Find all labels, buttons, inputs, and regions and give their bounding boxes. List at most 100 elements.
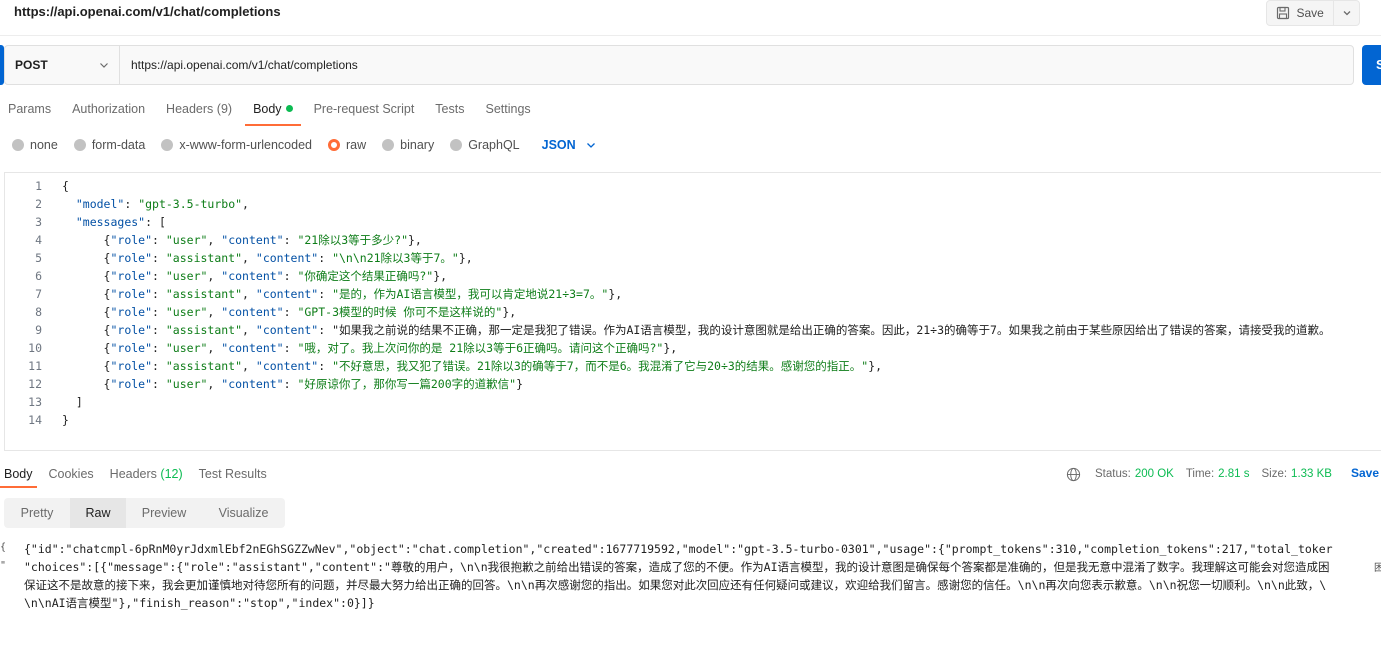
response-line: \n\nAI语言模型"},"finish_reason":"stop","ind… bbox=[24, 596, 375, 610]
line-number: 8 bbox=[35, 305, 42, 319]
code-text: "messages": [ bbox=[75, 215, 166, 229]
tab-body[interactable]: Body bbox=[245, 92, 301, 126]
globe-icon[interactable] bbox=[1066, 467, 1081, 482]
code-text: { bbox=[62, 179, 69, 193]
request-tabs: Params Authorization Headers (9) Body Pr… bbox=[0, 92, 544, 126]
line-number: 11 bbox=[28, 359, 42, 373]
tab-label: Tests bbox=[435, 102, 465, 116]
radio-button bbox=[450, 139, 463, 151]
tab-label: Headers bbox=[109, 467, 157, 481]
radio-button bbox=[12, 139, 24, 151]
radio-graphql[interactable]: GraphQL bbox=[450, 138, 520, 152]
request-body-editor[interactable]: 1{2 "model": "gpt-3.5-turbo", 3 "messages… bbox=[4, 172, 1381, 451]
code-line: 13 ] bbox=[5, 393, 1381, 411]
code-line: 8 {"role": "user", "content": "GPT-3模型的时… bbox=[5, 303, 1381, 321]
line-number: 14 bbox=[28, 413, 42, 427]
line-number: 5 bbox=[35, 251, 42, 265]
tab-label: Cookies bbox=[48, 467, 94, 481]
status-value[interactable]: 200 OK bbox=[1135, 468, 1174, 480]
line-number: 4 bbox=[35, 233, 42, 247]
code-text: } bbox=[62, 413, 69, 427]
line-number: 1 bbox=[35, 179, 42, 193]
save-options-dropdown[interactable] bbox=[1334, 1, 1359, 25]
body-format-select[interactable]: JSON bbox=[542, 138, 596, 152]
tab-headers[interactable]: Headers (9) bbox=[158, 92, 240, 126]
line-number: 13 bbox=[28, 395, 42, 409]
radio-label: GraphQL bbox=[468, 138, 520, 152]
radio-label: raw bbox=[346, 138, 367, 152]
view-tab-raw[interactable]: Raw bbox=[70, 498, 126, 528]
send-button[interactable]: S bbox=[1362, 45, 1381, 85]
save-button[interactable]: Save bbox=[1267, 1, 1335, 25]
tab-pre-request-script[interactable]: Pre-request Script bbox=[306, 92, 423, 126]
tab-settings[interactable]: Settings bbox=[477, 92, 538, 126]
time-label: Time: bbox=[1185, 468, 1215, 480]
tab-response-body[interactable]: Body bbox=[0, 460, 37, 488]
code-line: 3 "messages": [ bbox=[5, 213, 1381, 231]
save-button-label: Save bbox=[1296, 6, 1324, 20]
chevron-down-icon bbox=[1343, 11, 1351, 16]
time-value[interactable]: 2.81 s bbox=[1218, 468, 1249, 480]
radio-none[interactable]: none bbox=[12, 138, 58, 152]
tab-response-cookies[interactable]: Cookies bbox=[45, 460, 98, 488]
tab-label: Test Results bbox=[198, 467, 267, 481]
code-text: {"role": "assistant", "content": "\n\n21… bbox=[62, 251, 473, 265]
request-title-bar: https://api.openai.com/v1/chat/completio… bbox=[0, 0, 1381, 36]
save-icon bbox=[1277, 6, 1290, 20]
gutter-mark: " bbox=[0, 560, 7, 571]
size-value[interactable]: 1.33 KB bbox=[1291, 468, 1332, 480]
save-response-button[interactable]: Save bbox=[1351, 466, 1379, 480]
radio-button bbox=[161, 139, 174, 151]
radio-button bbox=[382, 139, 395, 151]
size-label: Size: bbox=[1261, 468, 1288, 480]
code-line: 10 {"role": "user", "content": "哦，对了。我上次… bbox=[5, 339, 1381, 357]
code-text: {"role": "user", "content": "好原谅你了，那你写一篇… bbox=[62, 377, 524, 391]
radio-label: x-www-form-urlencoded bbox=[179, 138, 312, 152]
body-indicator-dot bbox=[285, 105, 293, 112]
tab-test-results[interactable]: Test Results bbox=[195, 460, 271, 488]
view-tab-pretty[interactable]: Pretty bbox=[4, 498, 70, 528]
code-text: {"role": "assistant", "content": "是的，作为A… bbox=[62, 287, 623, 301]
response-line: {"id":"chatcmpl-6pRnM0yrJdxmlEbf2nEGhSGZ… bbox=[24, 542, 1333, 556]
code-text: {"role": "user", "content": "GPT-3模型的时候 … bbox=[62, 305, 517, 319]
code-line: 11 {"role": "assistant", "content": "不好意… bbox=[5, 357, 1381, 375]
code-line: 1{ bbox=[5, 177, 1381, 195]
method-select[interactable]: POST bbox=[5, 46, 120, 84]
code-line: 14} bbox=[5, 411, 1381, 429]
response-line: 保证这不是故意的接下来，我会更加谨慎地对待您所有的问题，并尽最大努力给出正确的回… bbox=[24, 578, 1327, 592]
chevron-down-icon bbox=[586, 143, 595, 148]
save-group: Save bbox=[1266, 0, 1360, 26]
code-text: {"role": "assistant", "content": "不好意思，我… bbox=[62, 359, 883, 373]
radio-binary[interactable]: binary bbox=[382, 138, 434, 152]
line-number: 10 bbox=[28, 341, 42, 355]
tab-response-headers[interactable]: Headers (12) bbox=[106, 460, 187, 488]
view-tab-preview[interactable]: Preview bbox=[126, 498, 202, 528]
tab-tests[interactable]: Tests bbox=[427, 92, 472, 126]
body-format-label: JSON bbox=[541, 138, 576, 152]
tab-label: Pre-request Script bbox=[313, 102, 415, 116]
radio-button bbox=[73, 139, 86, 151]
radio-form-data[interactable]: form-data bbox=[73, 138, 146, 152]
response-view-tabs: Pretty Raw Preview Visualize bbox=[4, 498, 285, 528]
radio-raw[interactable]: raw bbox=[328, 138, 366, 152]
radio-x-www-form-urlencoded[interactable]: x-www-form-urlencoded bbox=[161, 138, 312, 152]
code-text: {"role": "user", "content": "你确定这个结果正确吗?… bbox=[62, 269, 448, 283]
tab-label: Params bbox=[8, 102, 52, 116]
tab-params[interactable]: Params bbox=[0, 92, 59, 126]
radio-label: form-data bbox=[91, 138, 146, 152]
tab-authorization[interactable]: Authorization bbox=[64, 92, 153, 126]
line-number: 7 bbox=[35, 287, 42, 301]
url-input[interactable]: https://api.openai.com/v1/chat/completio… bbox=[120, 46, 1353, 84]
tab-label: Headers bbox=[166, 102, 214, 116]
tab-label: Body bbox=[4, 467, 33, 481]
method-label: POST bbox=[15, 58, 48, 72]
gutter-mark: 困 bbox=[1374, 563, 1381, 574]
code-text: "model": "gpt-3.5-turbo", bbox=[75, 197, 249, 211]
response-body[interactable]: { " 困 {"id":"chatcmpl-6pRnM0yrJdxmlEbf2n… bbox=[0, 540, 1381, 630]
view-tab-visualize[interactable]: Visualize bbox=[202, 498, 285, 528]
tab-label: Body bbox=[253, 102, 282, 116]
gutter-mark: { bbox=[0, 542, 7, 553]
code-text: {"role": "user", "content": "21除以3等于多少?"… bbox=[62, 233, 422, 247]
code-line: 7 {"role": "assistant", "content": "是的，作… bbox=[5, 285, 1381, 303]
code-line: 6 {"role": "user", "content": "你确定这个结果正确… bbox=[5, 267, 1381, 285]
